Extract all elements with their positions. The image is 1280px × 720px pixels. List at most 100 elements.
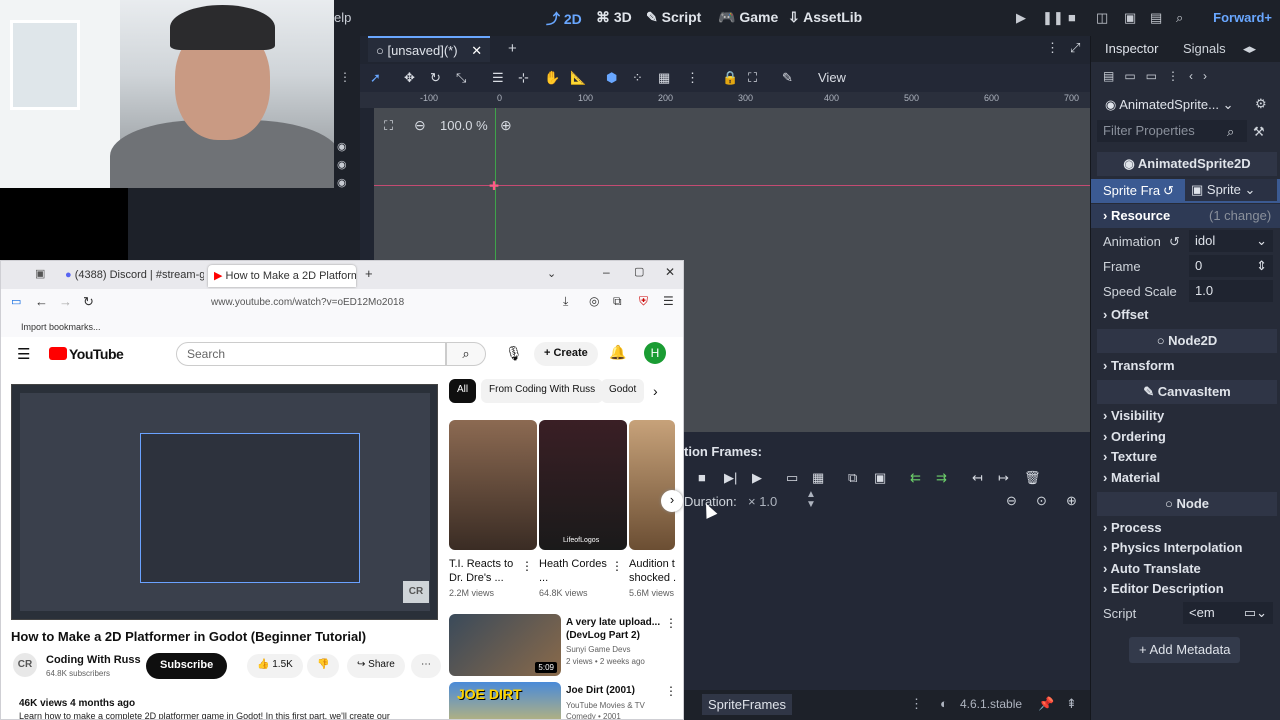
mode-3d[interactable]: ⌘ 3D [596,9,632,26]
list-select-icon[interactable]: ☰ [492,70,504,86]
short-title[interactable]: Audition t shocked . [629,557,677,585]
chevron-down-icon[interactable]: ⌄ [547,267,556,280]
dislike-button[interactable]: 👎 [307,654,340,678]
channel-avatar[interactable]: CR [13,653,37,677]
ruler-tool-icon[interactable]: 📐 [570,70,586,86]
visibility-group[interactable]: › Visibility [1103,408,1164,423]
zoom-in-icon[interactable]: ⊕ [1066,493,1077,509]
recommended-title[interactable]: Joe Dirt (2001) [566,684,661,697]
add-metadata-button[interactable]: + Add Metadata [1129,637,1241,663]
menu-dots-icon[interactable]: ⋮ [339,70,351,84]
subscribe-button[interactable]: Subscribe [146,653,228,679]
tools-icon[interactable]: ⚒ [1253,124,1265,140]
eye-icon[interactable]: ◉ [337,158,347,171]
delete-icon[interactable]: 🗑 [1024,470,1041,486]
more-options-icon[interactable]: ⋮ [665,616,677,630]
chip-all[interactable]: All [449,379,477,403]
search-icon[interactable]: ⌕ [446,342,486,366]
animation-property[interactable]: Animation ↺ idol ⌄ [1091,230,1280,254]
minimize-icon[interactable]: – [603,265,610,279]
remote-icon[interactable]: ◫ [1096,10,1108,26]
chevron-right-icon[interactable]: › [653,383,658,399]
movie-icon[interactable]: ▣ [1124,10,1136,26]
mode-2d[interactable]: ⤴ 2D [546,9,582,29]
more-options-icon[interactable]: ⋮ [611,559,623,573]
chevron-right-icon[interactable]: › [661,490,683,512]
zoom-out-icon[interactable]: ⊖ [1006,493,1017,509]
texture-group[interactable]: › Texture [1103,449,1157,464]
script-value[interactable]: <em ▭⌄ [1183,602,1273,624]
filter-properties-input[interactable]: Filter Properties [1097,120,1247,142]
process-group[interactable]: › Process [1103,520,1162,535]
extensions-icon[interactable]: ⧉ [613,294,622,309]
back-icon[interactable]: ← [35,294,48,309]
move-right-icon[interactable]: ↦ [998,470,1009,486]
script-property[interactable]: Script <em ▭⌄ [1091,602,1280,626]
stepper-icon[interactable]: ▲ ▼ [806,490,816,510]
group-icon[interactable]: ⛶ [748,70,757,86]
menu-dots-icon[interactable]: ⋮ [686,70,699,86]
search-scene-icon[interactable]: ⌕ [1176,10,1183,26]
canvas-viewport-lower[interactable] [684,260,1090,432]
more-actions-button[interactable]: ⋯ [411,654,441,678]
more-options-icon[interactable]: ⋮ [521,559,533,573]
copy-icon[interactable]: ⧉ [848,470,857,486]
ublock-icon[interactable]: ⛨ [639,294,648,309]
channel-name[interactable]: Coding With Russ [46,654,141,666]
zoom-level[interactable]: 100.0 % [440,118,488,133]
node-selector[interactable]: ◉ AnimatedSprite... ⌄ [1101,94,1251,116]
revert-icon[interactable]: ↺ [1163,183,1174,199]
short-title[interactable]: Heath Cordes ... [539,557,609,585]
recommended-channel[interactable]: Sunyi Game Devs [566,644,666,655]
chip-godot[interactable]: Godot [601,379,645,403]
video-player[interactable]: CR [11,384,438,620]
renderer-selector[interactable]: Forward+ [1213,10,1272,25]
maximize-icon[interactable]: ▢ [634,265,644,278]
recommended-thumbnail[interactable]: 5:09 [449,614,561,676]
pan-tool-icon[interactable]: ✋ [544,70,560,86]
snap-options-icon[interactable]: ⁘ [632,70,643,86]
new-tab-icon[interactable]: + [365,266,373,281]
hamburger-icon[interactable]: ☰ [17,345,30,363]
eye-icon[interactable]: ◉ [337,176,347,189]
pin-icon[interactable]: 📌 [1038,696,1054,712]
add-tab-icon[interactable]: + [508,40,517,57]
ordering-group[interactable]: › Ordering [1103,429,1166,444]
frame-property[interactable]: Frame 0 ⇕ [1091,255,1280,279]
zoom-out-icon[interactable]: ⊖ [414,117,426,134]
object-props-icon[interactable]: ⚙ [1255,96,1267,112]
inspector-history-icons[interactable]: ▤▭▭⋮‹› [1103,69,1217,83]
mode-assetlib[interactable]: ⇩ AssetLib [788,9,862,26]
youtube-logo[interactable]: YouTube [49,346,124,362]
move-tool-icon[interactable]: ✥ [404,70,415,86]
view-menu[interactable]: View [818,70,846,85]
recommended-thumbnail[interactable]: JOE DIRT [449,682,561,719]
insert-after-icon[interactable]: ⇉ [936,470,947,486]
close-icon[interactable]: ✕ [665,265,675,279]
sprite-frames-value[interactable]: ▣ Sprite ⌄ [1185,179,1277,201]
eye-icon[interactable]: ◉ [337,140,347,153]
avatar[interactable]: H [644,342,666,364]
paste-icon[interactable]: ▣ [874,470,886,486]
like-button[interactable]: 👍 1.5K [247,654,303,678]
play-icon[interactable]: ▶ [1016,10,1026,26]
tab-youtube[interactable]: ▶ How to Make a 2D Platform [208,265,356,287]
menu-dots-icon[interactable]: ⋮ [910,696,923,712]
speed-scale-property[interactable]: Speed Scale 1.0 [1091,280,1280,304]
revert-icon[interactable]: ↺ [1169,234,1180,250]
help-menu[interactable]: elp [334,10,351,25]
recommended-title[interactable]: A very late upload... (DevLog Part 2) [566,616,661,642]
move-left-icon[interactable]: ↤ [972,470,983,486]
microphone-icon[interactable]: 🎙 [505,345,523,362]
bone-icon[interactable]: ✎ [782,70,793,86]
offset-group[interactable]: › Offset [1103,307,1149,322]
frame-value[interactable]: 0 ⇕ [1189,255,1273,277]
zoom-reset-icon[interactable]: ⊙ [1036,493,1047,509]
stop-icon[interactable]: ■ [698,470,706,485]
short-thumbnail[interactable] [449,420,537,550]
play-icon[interactable]: ▶ [752,470,762,486]
bell-icon[interactable]: 🔔 [609,344,626,361]
mode-script[interactable]: ✎ Script [646,9,701,26]
expand-panel-icon[interactable]: ⇞ [1066,696,1077,712]
stop-icon[interactable]: ■ [1068,10,1076,25]
